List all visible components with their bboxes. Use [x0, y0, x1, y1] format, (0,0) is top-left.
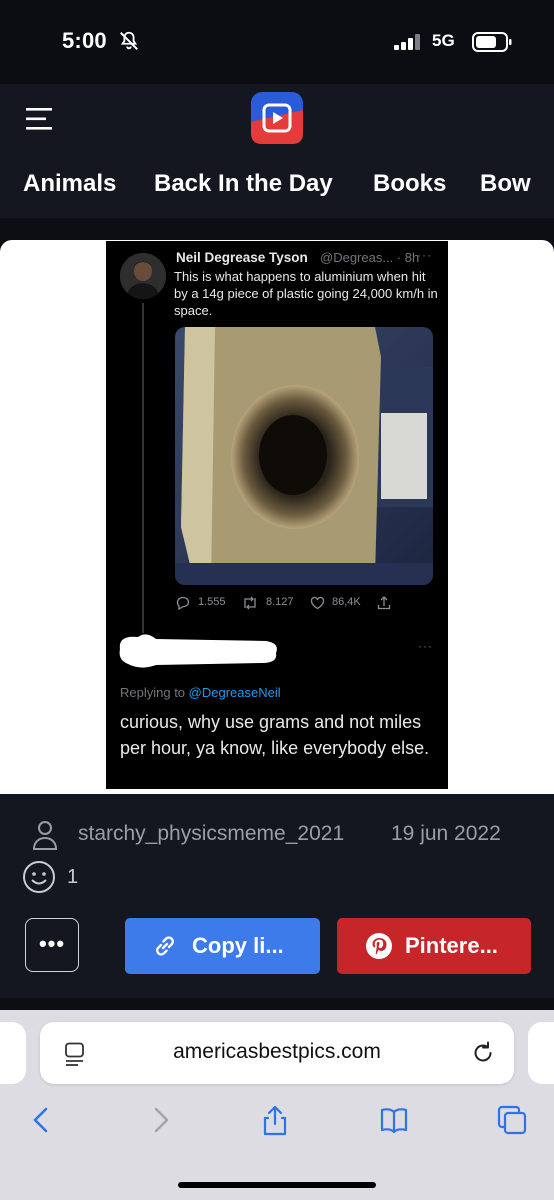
tab-animals[interactable]: Animals — [23, 170, 116, 198]
home-indicator — [178, 1182, 376, 1188]
address-bar[interactable]: americasbestpics.com — [40, 1022, 514, 1084]
post-image[interactable]: Neil Degrease Tyson @Degreas... · 8h ···… — [106, 241, 448, 789]
reload-icon[interactable] — [470, 1040, 496, 1066]
replying-prefix: Replying to — [120, 685, 189, 700]
status-bar: 5:00 5G — [0, 0, 554, 84]
url-text[interactable]: americasbestpics.com — [40, 1040, 514, 1064]
redacted-username — [119, 634, 277, 668]
tweet-text: This is what happens to aluminium when h… — [174, 269, 438, 318]
reply-icon[interactable] — [176, 596, 190, 610]
app-logo[interactable] — [251, 92, 303, 144]
avatar — [120, 253, 166, 299]
menu-icon[interactable] — [26, 108, 54, 130]
smile-icon[interactable] — [22, 860, 56, 894]
retweet-icon[interactable] — [242, 596, 258, 610]
more-options-button[interactable]: ••• — [25, 918, 79, 972]
bookmarks-icon[interactable] — [378, 1104, 410, 1136]
back-icon[interactable] — [26, 1104, 58, 1136]
previous-tab-peek[interactable] — [0, 1022, 26, 1084]
share-icon[interactable] — [259, 1104, 291, 1136]
link-icon — [156, 936, 174, 956]
replying-handle: @DegreaseNeil — [188, 685, 281, 700]
reaction-count: 1 — [67, 866, 79, 888]
tab-books[interactable]: Books — [373, 170, 446, 198]
pinterest-label: Pintere... — [405, 933, 498, 958]
tabs-icon[interactable] — [496, 1104, 528, 1136]
browser-toolbar: americasbestpics.com — [0, 1010, 554, 1200]
reply-text: curious, why use grams and not miles per… — [120, 712, 430, 758]
reply-more-icon: ··· — [418, 639, 433, 653]
forward-icon[interactable] — [144, 1104, 176, 1136]
copy-link-label: Copy li... — [192, 933, 284, 958]
bell-slash-icon — [120, 31, 138, 50]
battery-icon — [472, 32, 512, 52]
post-meta: starchy_physicsmeme_2021 19 jun 2022 1 •… — [0, 794, 554, 998]
share-icon[interactable] — [377, 596, 391, 610]
like-icon[interactable] — [310, 596, 325, 610]
thread-line — [142, 303, 144, 633]
pinterest-button[interactable]: Pintere... — [337, 918, 531, 974]
pinterest-icon — [366, 933, 392, 959]
reply-count: 1.555 — [198, 596, 226, 608]
retweet-count: 8.127 — [266, 596, 294, 608]
copy-link-button[interactable]: Copy li... — [125, 918, 320, 974]
tweet-more-icon: ··· — [417, 248, 432, 262]
tweet-actions: 1.555 8.127 86,4K — [174, 593, 434, 613]
signal-icon — [394, 34, 420, 50]
status-time: 5:00 — [62, 28, 107, 53]
tweet-photo — [175, 327, 433, 585]
user-icon — [32, 821, 58, 850]
app-header: Animals Back In the Day Books Bow — [0, 84, 554, 218]
next-tab-peek[interactable] — [528, 1022, 554, 1084]
tab-back-in-the-day[interactable]: Back In the Day — [154, 170, 333, 198]
tweet-handle: @Degreas... · 8h — [320, 250, 420, 265]
more-dots: ••• — [38, 931, 66, 956]
replying-to: Replying to @DegreaseNeil — [120, 685, 281, 700]
category-tabs: Animals Back In the Day Books Bow — [0, 166, 554, 206]
network-label: 5G — [432, 31, 455, 50]
tab-bow[interactable]: Bow — [480, 170, 531, 198]
tweet-author: Neil Degrease Tyson — [176, 250, 308, 265]
post-date: 19 jun 2022 — [391, 822, 501, 845]
post-author[interactable]: starchy_physicsmeme_2021 — [78, 822, 344, 846]
like-count: 86,4K — [332, 596, 361, 608]
